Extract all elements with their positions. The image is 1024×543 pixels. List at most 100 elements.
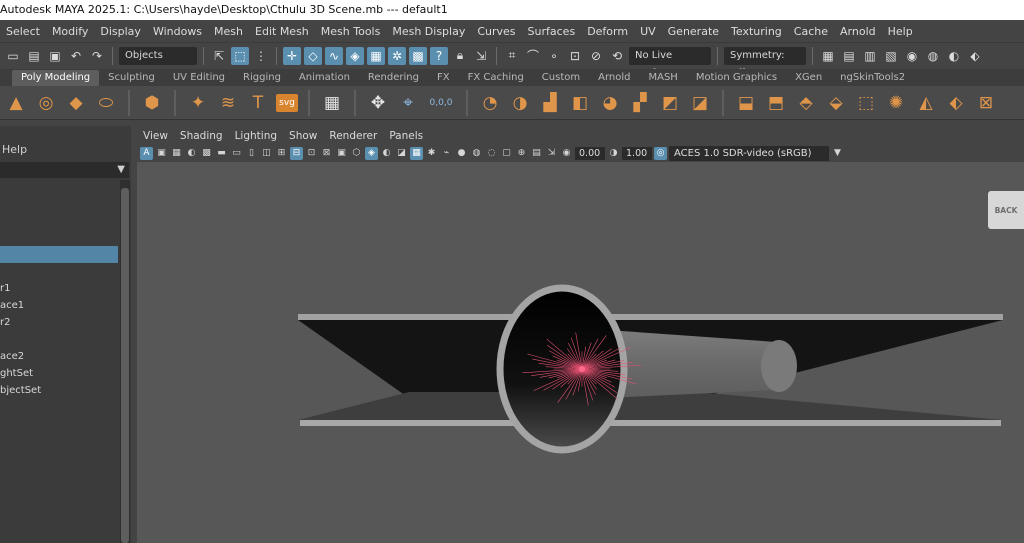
snap-curve-icon[interactable]: ⌒ [524, 47, 542, 65]
poly-torus-icon[interactable]: ◎ [34, 91, 58, 115]
super-shape-icon[interactable]: ✦ [186, 91, 210, 115]
menu-mesh-tools[interactable]: Mesh Tools [315, 25, 387, 38]
isolate-select-icon[interactable]: ▢ [500, 147, 513, 160]
list-item[interactable]: bjectSet [0, 382, 120, 399]
tab-fx-caching[interactable]: FX Caching [459, 70, 533, 86]
scrollbar-thumb[interactable] [121, 188, 129, 543]
extrude-icon[interactable]: ⬓ [734, 91, 758, 115]
render-current-frame-icon[interactable]: ▦ [819, 47, 837, 65]
film-gate-icon[interactable]: ▭ [230, 147, 243, 160]
type-grid-icon[interactable]: ▦ [320, 91, 344, 115]
menu-help[interactable]: Help [882, 25, 919, 38]
select-hierarchy-icon[interactable]: ⇱ [210, 47, 228, 65]
render-view-icon[interactable]: ◉ [903, 47, 921, 65]
viewcube-back-button[interactable]: BACK [988, 191, 1024, 229]
svg-icon[interactable]: svg [276, 93, 298, 112]
redo-icon[interactable]: ↷ [88, 47, 106, 65]
modeling-toolkit-icon[interactable]: ⬖ [966, 47, 984, 65]
list-item[interactable]: r1 [0, 280, 120, 297]
select-by-handle-icon[interactable]: ✛ [283, 46, 301, 65]
poly-helix-icon[interactable]: ≋ [216, 91, 240, 115]
select-by-dynamics-icon[interactable]: ✲ [388, 46, 406, 65]
xray-icon[interactable]: ⬡ [350, 147, 363, 160]
snap-view-plane-icon[interactable]: ⊡ [566, 47, 584, 65]
tab-sculpting[interactable]: Sculpting [99, 70, 164, 86]
select-by-deformer-icon[interactable]: ▦ [367, 46, 385, 65]
menu-deform[interactable]: Deform [581, 25, 634, 38]
tab-motion-graphics[interactable]: Motion Graphics [687, 70, 786, 86]
motion-blur-icon[interactable]: ⌁ [440, 147, 453, 160]
platonic-solid-icon[interactable]: ⬢ [140, 91, 164, 115]
tab-fx[interactable]: FX [428, 70, 459, 86]
freeze-transforms-icon[interactable]: 0,0,0 [426, 91, 456, 115]
select-by-render-icon[interactable]: ▩ [409, 46, 427, 65]
menu-select[interactable]: Select [0, 25, 46, 38]
quad-draw-icon[interactable]: ⬚ [854, 91, 878, 115]
wireframe-on-shaded-icon[interactable]: ⊡ [305, 147, 318, 160]
tab-arnold[interactable]: Arnold [589, 70, 639, 86]
gamma-icon[interactable]: ◑ [607, 147, 620, 160]
tab-rendering[interactable]: Rendering [359, 70, 428, 86]
menu-texturing[interactable]: Texturing [725, 25, 788, 38]
extract-icon[interactable]: ▟ [538, 91, 562, 115]
append-polygon-icon[interactable]: ◭ [914, 91, 938, 115]
menu-arnold[interactable]: Arnold [834, 25, 882, 38]
smooth-shade-icon[interactable]: ⊟ [290, 146, 303, 160]
separate-icon[interactable]: ◑ [508, 91, 532, 115]
menu-modify[interactable]: Modify [46, 25, 94, 38]
menu-mesh-display[interactable]: Mesh Display [386, 25, 471, 38]
outliner-scrollbar[interactable] [120, 180, 130, 543]
live-surface-field[interactable]: No Live Surface [629, 46, 711, 79]
menu-edit-mesh[interactable]: Edit Mesh [249, 25, 315, 38]
color-management-icon[interactable]: ◎ [654, 146, 667, 160]
select-by-joint-icon[interactable]: ◇ [304, 46, 322, 65]
open-scene-icon[interactable]: ▤ [25, 47, 43, 65]
antialias-icon[interactable]: ● [455, 147, 468, 160]
snap-live-icon[interactable]: ⊘ [587, 47, 605, 65]
lock-selection-icon[interactable]: 🔒︎ [451, 47, 469, 65]
select-misc-icon[interactable]: ? [430, 46, 448, 65]
tab-mash[interactable]: MASH [639, 70, 686, 86]
snap-grid-icon[interactable]: ⌗ [503, 47, 521, 65]
poly-text-icon[interactable]: T [246, 91, 270, 115]
save-scene-icon[interactable]: ▣ [46, 47, 64, 65]
delete-history-icon[interactable]: ⌖ [396, 91, 420, 115]
select-by-curve-icon[interactable]: ∿ [325, 46, 343, 65]
ssao-icon[interactable]: ▦ [410, 146, 423, 160]
textured-icon[interactable]: ⊠ [320, 147, 333, 160]
new-scene-icon[interactable]: ▭ [4, 47, 22, 65]
tab-custom[interactable]: Custom [533, 70, 589, 86]
tab-uv-editing[interactable]: UV Editing [164, 70, 234, 86]
boolean-icon[interactable]: ◧ [568, 91, 592, 115]
symmetry-dropdown[interactable]: Symmetry: Off [724, 46, 806, 79]
bridge-icon[interactable]: ◪ [688, 91, 712, 115]
menu-cache[interactable]: Cache [788, 25, 834, 38]
image-plane-icon[interactable]: ▦ [170, 147, 183, 160]
bevel-icon[interactable]: ⬒ [764, 91, 788, 115]
poly-plane-icon[interactable]: ◆ [64, 91, 88, 115]
tab-poly-modeling[interactable]: Poly Modeling [12, 70, 100, 86]
list-item[interactable]: ace1 [0, 297, 120, 314]
panel-menu-renderer[interactable]: Renderer [323, 130, 383, 142]
tab-xgen[interactable]: XGen [786, 70, 831, 86]
tab-ngskintools2[interactable]: ngSkinTools2 [831, 70, 914, 86]
select-component-icon[interactable]: ⋮ [252, 47, 270, 65]
tab-rigging[interactable]: Rigging [234, 70, 290, 86]
hud-icon[interactable]: ◌ [485, 147, 498, 160]
list-item[interactable]: r2 [0, 314, 120, 331]
panel-menu-view[interactable]: View [137, 130, 174, 142]
combine-icon[interactable]: ◔ [478, 91, 502, 115]
isolate-icon[interactable]: ▣ [335, 147, 348, 160]
average-vertices-icon[interactable]: ▞ [628, 91, 652, 115]
menu-curves[interactable]: Curves [471, 25, 521, 38]
multi-cut-icon[interactable]: ⬘ [794, 91, 818, 115]
exposure-field[interactable]: 0.00 [575, 146, 605, 160]
safe-action-icon[interactable]: ◫ [260, 147, 273, 160]
color-space-dropdown[interactable]: ACES 1.0 SDR-video (sRGB) [669, 145, 829, 161]
insert-edge-loop-icon[interactable]: ⬖ [944, 91, 968, 115]
undo-icon[interactable]: ↶ [67, 47, 85, 65]
frame-all-icon[interactable]: ⊕ [515, 147, 528, 160]
camera-attributes-icon[interactable]: A [140, 146, 153, 160]
select-by-surface-icon[interactable]: ◈ [346, 46, 364, 65]
exposure-icon[interactable]: ◉ [560, 147, 573, 160]
